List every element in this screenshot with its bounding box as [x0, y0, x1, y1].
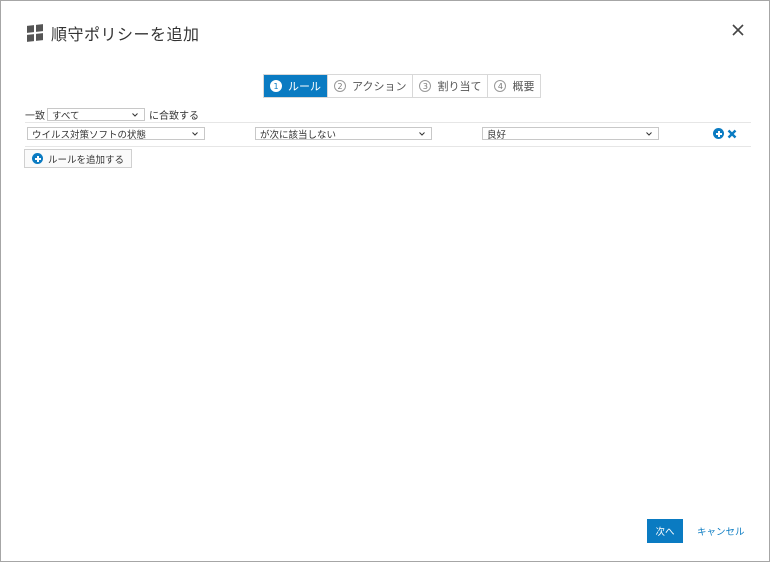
step-label: アクション	[352, 80, 407, 93]
cancel-button[interactable]: キャンセル	[693, 519, 749, 543]
rule-value-select[interactable]: 良好	[482, 127, 659, 141]
step-label: ルール	[288, 80, 321, 93]
chevron-down-icon	[132, 112, 138, 117]
chevron-down-icon	[419, 131, 425, 136]
plus-circle-icon	[32, 153, 43, 164]
wizard-steps: 1 ルール 2 アクション 3 割り当て 4 概要	[263, 74, 542, 98]
step-number: 1	[270, 80, 282, 92]
divider	[25, 122, 751, 123]
rule-row: ウイルス対策ソフトの状態 が次に該当しない 良好	[25, 127, 751, 141]
divider	[25, 146, 751, 147]
step-assignment[interactable]: 3 割り当て	[413, 75, 489, 97]
step-rules[interactable]: 1 ルール	[264, 75, 328, 97]
match-suffix-label: に合致する	[149, 111, 199, 122]
dialog-title: 順守ポリシーを追加	[51, 25, 200, 44]
add-rule-row-icon[interactable]	[713, 128, 724, 139]
rule-field-select[interactable]: ウイルス対策ソフトの状態	[27, 127, 205, 141]
match-mode-value: すべて	[52, 110, 80, 122]
windows-icon	[27, 24, 43, 42]
step-number: 4	[494, 80, 507, 92]
rule-value-value: 良好	[487, 129, 507, 141]
step-summary[interactable]: 4 概要	[488, 75, 541, 97]
match-mode-select[interactable]: すべて	[47, 108, 145, 122]
chevron-down-icon	[646, 131, 652, 136]
step-label: 割り当て	[437, 80, 482, 93]
close-icon	[732, 24, 744, 36]
match-condition: 一致 すべて に合致する	[25, 107, 199, 122]
close-button[interactable]	[729, 21, 747, 39]
step-number: 3	[419, 80, 432, 92]
rule-operator-value: が次に該当しない	[260, 129, 337, 141]
step-label: 概要	[512, 80, 535, 93]
add-rule-label: ルールを追加する	[48, 154, 125, 166]
dialog-header: 順守ポリシーを追加	[27, 23, 200, 44]
add-policy-dialog: 順守ポリシーを追加 1 ルール 2 アクション 3 割り当て 4 概要 一致 す…	[0, 0, 770, 562]
rule-field-value: ウイルス対策ソフトの状態	[32, 129, 147, 141]
rule-actions	[713, 128, 737, 139]
step-number: 2	[334, 80, 346, 92]
remove-rule-icon[interactable]	[727, 129, 737, 139]
rule-operator-select[interactable]: が次に該当しない	[255, 127, 432, 141]
next-button[interactable]: 次へ	[647, 519, 683, 543]
add-rule-button[interactable]: ルールを追加する	[24, 149, 133, 168]
chevron-down-icon	[192, 131, 198, 136]
step-actions[interactable]: 2 アクション	[328, 75, 414, 97]
match-prefix-label: 一致	[25, 111, 45, 122]
